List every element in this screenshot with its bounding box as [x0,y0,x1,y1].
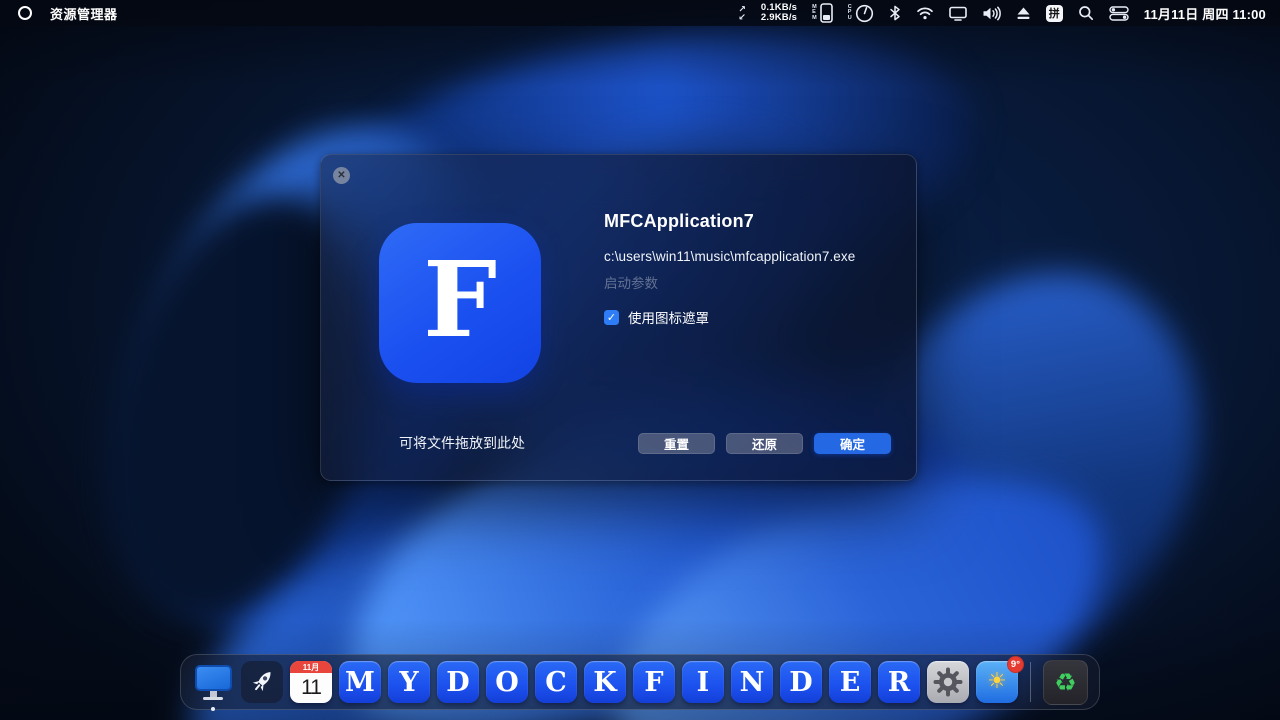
gear-icon [932,666,964,698]
weather-temp-badge: 9° [1007,656,1024,673]
cpu-widget[interactable]: CPU [848,4,874,23]
memory-widget[interactable]: MEM [812,3,833,23]
eject-icon[interactable] [1016,6,1031,20]
dock-letter-tile[interactable]: D [780,661,822,703]
system-menu-icon[interactable] [18,6,32,20]
dock-letter-tile[interactable]: K [584,661,626,703]
dialog-title: MFCApplication7 [604,211,894,232]
clock[interactable]: 11月11日 周四 11:00 [1144,4,1266,23]
icon-mask-checkbox-row[interactable]: ✓ 使用图标遮罩 [604,307,894,327]
dock-item-weather[interactable]: ☀ 9° [976,661,1018,703]
control-center-icon[interactable] [1109,6,1129,21]
dock-letter-tile[interactable]: N [731,661,773,703]
download-speed: 2.9KB/s [761,13,797,24]
network-activity-icon[interactable]: ↗ ↙ [738,5,746,21]
menu-bar: 资源管理器 ↗ ↙ 0.1KB/s 2.9KB/s MEM CPU [0,0,1280,26]
dock-item-launchpad[interactable] [241,661,283,703]
dock-letter-tile[interactable]: R [878,661,920,703]
dock-letter-tile[interactable]: F [633,661,675,703]
calendar-month: 11月 [290,661,332,673]
dock-separator [1030,662,1031,702]
running-indicator-dot [211,707,215,711]
volume-icon[interactable] [982,6,1001,21]
drop-hint-text: 可将文件拖放到此处 [399,433,525,453]
memory-gauge-icon [820,3,833,23]
app-settings-dialog: ✕ F MFCApplication7 c:\users\win11\music… [320,154,917,481]
rocket-icon [241,661,283,703]
app-exe-path: c:\users\win11\music\mfcapplication7.exe [604,249,894,264]
app-icon: F [379,223,541,383]
dock-letter-tile[interactable]: O [486,661,528,703]
close-icon[interactable]: ✕ [333,167,350,184]
dock-item-settings[interactable] [927,661,969,703]
dock-item-calendar[interactable]: 11月 11 [290,661,332,703]
recycle-icon: ♻ [1054,670,1076,695]
dock-item-recycle-bin[interactable]: ♻ [1043,660,1088,705]
sun-icon: ☀ [987,671,1007,693]
checkbox-checked-icon[interactable]: ✓ [604,310,619,325]
dock-letter-tile[interactable]: C [535,661,577,703]
input-method-badge[interactable]: 拼 [1046,5,1063,22]
search-icon[interactable] [1078,5,1094,21]
calendar-day: 11 [290,673,332,703]
wifi-icon[interactable] [916,6,934,20]
dock-letter-tile[interactable]: M [339,661,381,703]
ok-button[interactable]: 确定 [814,433,891,454]
restore-button[interactable]: 还原 [726,433,803,454]
dock: 11月 11 M Y D O C K F I N D E R [180,654,1100,710]
dock-item-finder[interactable] [192,661,234,703]
dock-letter-tile[interactable]: E [829,661,871,703]
display-icon[interactable] [949,6,967,21]
active-app-name[interactable]: 资源管理器 [50,4,118,23]
launch-params-input[interactable] [604,276,884,291]
cpu-gauge-icon [855,4,874,23]
dock-letter-tile[interactable]: I [682,661,724,703]
dock-letter-tile[interactable]: Y [388,661,430,703]
network-speed[interactable]: 0.1KB/s 2.9KB/s [761,3,797,24]
dialog-button-row: 重置 还原 确定 [638,433,891,454]
dock-letter-tile[interactable]: D [437,661,479,703]
monitor-icon [195,665,232,700]
app-icon-letter: F [423,248,497,352]
bluetooth-icon[interactable] [889,5,901,21]
reset-button[interactable]: 重置 [638,433,715,454]
checkbox-label: 使用图标遮罩 [628,307,709,327]
